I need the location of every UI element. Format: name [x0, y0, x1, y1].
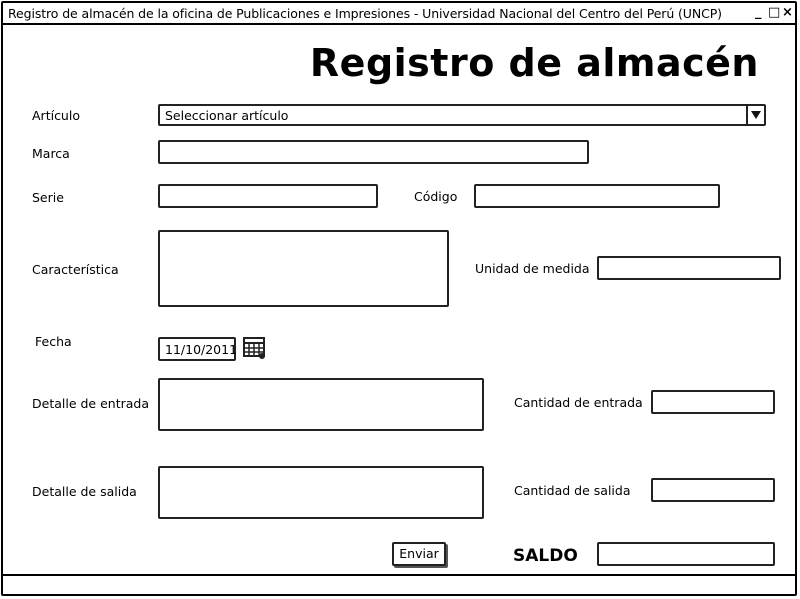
cantidad-salida-field[interactable] [651, 478, 775, 502]
caracteristica-label: Característica [32, 262, 119, 277]
enviar-button[interactable]: Enviar [392, 542, 446, 566]
detalle-entrada-label: Detalle de entrada [32, 396, 149, 411]
detalle-salida-textarea[interactable] [158, 466, 484, 519]
detalle-salida-label: Detalle de salida [32, 484, 137, 499]
codigo-field[interactable] [474, 184, 720, 208]
chevron-down-icon[interactable] [746, 106, 764, 124]
window-title: Registro de almacén de la oficina de Pub… [8, 6, 722, 21]
app-window: Registro de almacén de la oficina de Pub… [1, 1, 797, 596]
serie-field[interactable] [158, 184, 378, 208]
codigo-label: Código [414, 189, 458, 204]
articulo-label: Artículo [32, 108, 80, 123]
serie-label: Serie [32, 190, 64, 205]
cantidad-salida-label: Cantidad de salida [514, 483, 631, 498]
marca-label: Marca [32, 146, 70, 161]
status-bar [3, 574, 795, 594]
saldo-label: SALDO [513, 546, 578, 566]
cantidad-entrada-field[interactable] [651, 390, 775, 414]
cantidad-entrada-label: Cantidad de entrada [514, 395, 643, 410]
fecha-field[interactable]: 11/10/2011 [158, 337, 238, 361]
calendar-icon[interactable] [243, 336, 267, 360]
close-button[interactable]: × [782, 5, 793, 21]
articulo-select[interactable]: Seleccionar artículo [158, 104, 766, 126]
unidad-medida-field[interactable] [597, 256, 781, 280]
title-bar: Registro de almacén de la oficina de Pub… [3, 3, 795, 25]
minimize-button[interactable]: _ [755, 5, 762, 21]
marca-field[interactable] [158, 140, 589, 164]
restore-button[interactable]: □ [768, 5, 780, 21]
articulo-selected-value: Seleccionar artículo [165, 108, 289, 123]
saldo-field[interactable] [597, 542, 775, 566]
unidad-medida-label: Unidad de medida [475, 261, 590, 276]
detalle-entrada-textarea[interactable] [158, 378, 484, 431]
page-title: Registro de almacén [309, 41, 759, 85]
fecha-label: Fecha [35, 334, 72, 349]
caracteristica-textarea[interactable] [158, 230, 449, 307]
fecha-value: 11/10/2011 [165, 342, 238, 357]
